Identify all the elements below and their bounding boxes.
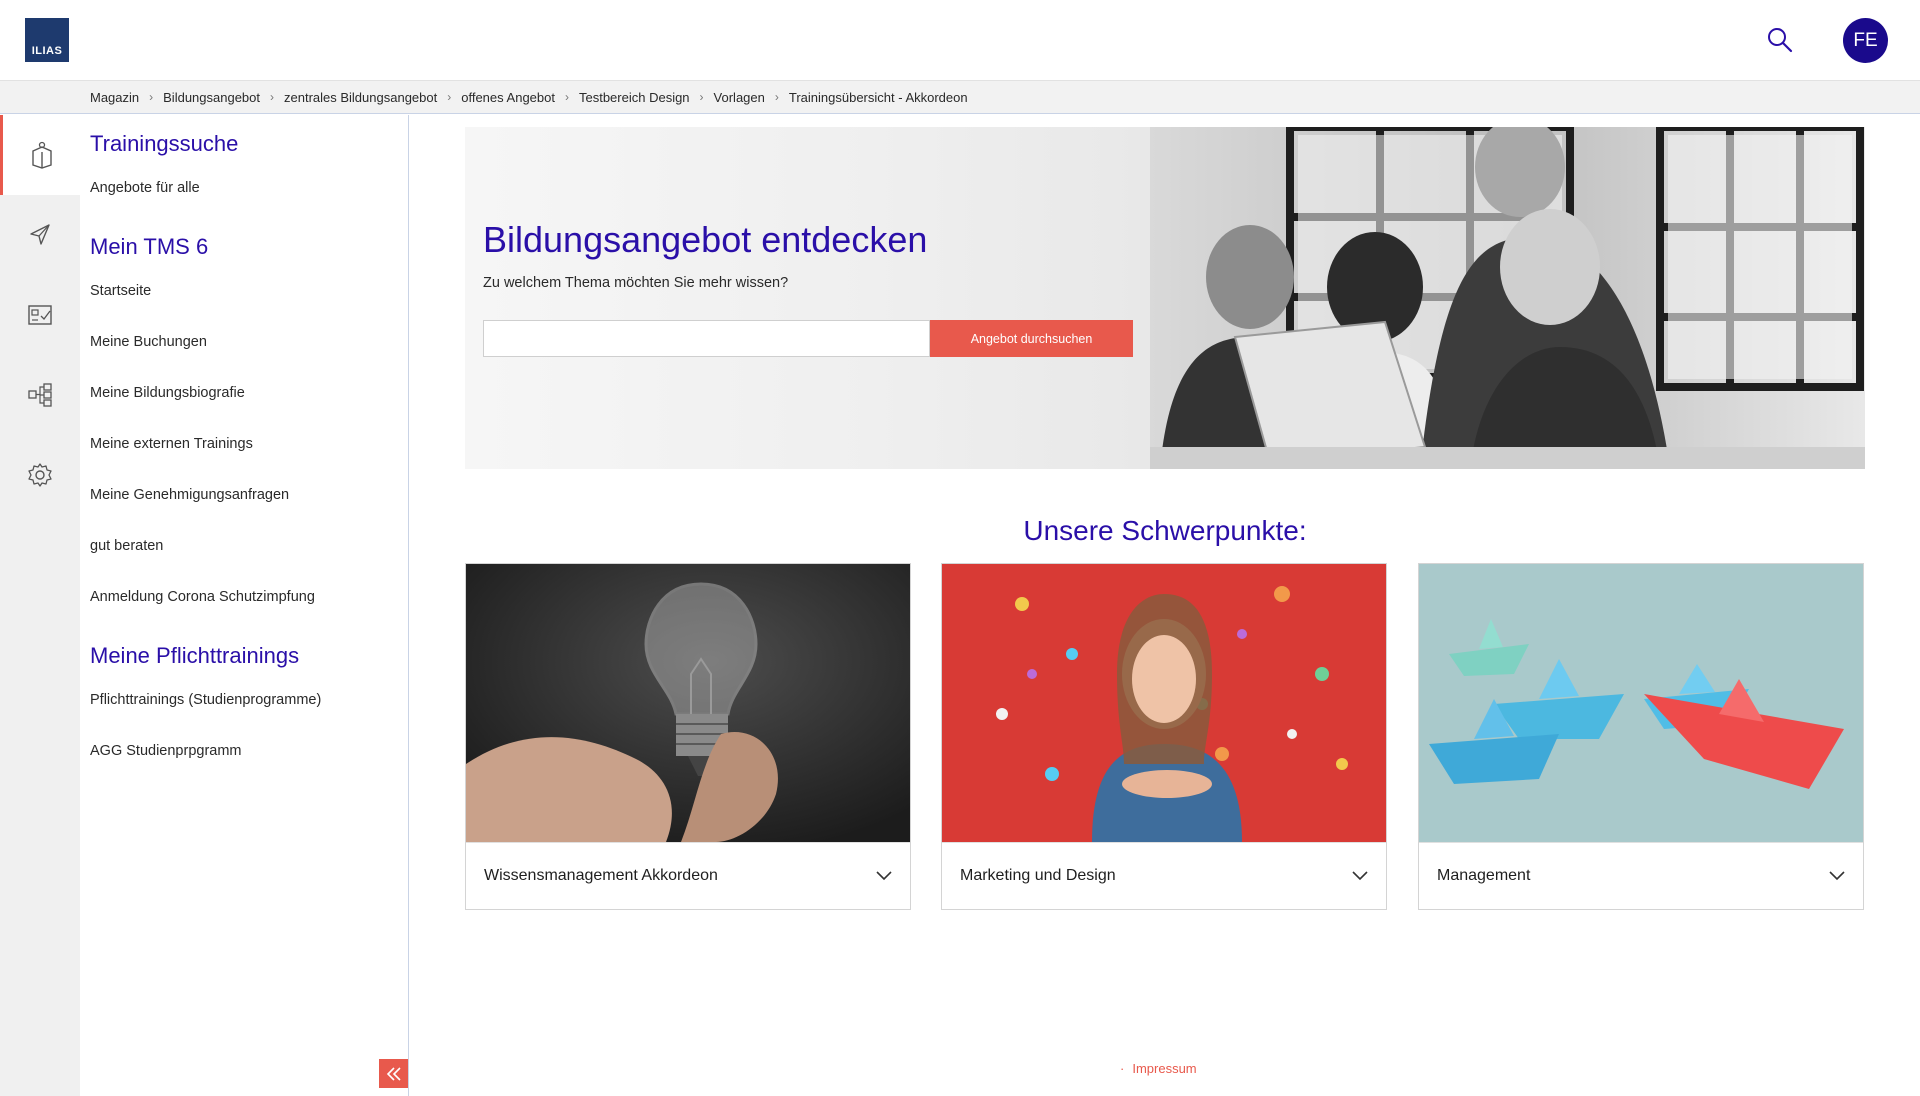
breadcrumb: Magazin › Bildungsangebot › zentrales Bi… xyxy=(0,81,1920,114)
breadcrumb-item-offenes-angebot[interactable]: offenes Angebot xyxy=(461,90,555,105)
breadcrumb-item-magazin[interactable]: Magazin xyxy=(90,90,139,105)
rail-item-organisation[interactable] xyxy=(0,355,80,435)
send-icon xyxy=(30,224,50,245)
slate-link-genehmigungsanfragen[interactable]: Meine Genehmigungsanfragen xyxy=(90,487,289,503)
hero-banner: Bildungsangebot entdecken Zu welchem The… xyxy=(465,127,1865,469)
slate-link-startseite[interactable]: Startseite xyxy=(90,283,151,299)
focus-card-marketing[interactable]: Marketing und Design xyxy=(941,563,1387,910)
breadcrumb-item-vorlagen[interactable]: Vorlagen xyxy=(714,90,765,105)
top-bar: ILIAS FE xyxy=(0,0,1920,81)
user-avatar[interactable]: FE xyxy=(1843,18,1888,63)
rail-item-communication[interactable] xyxy=(0,195,80,275)
main-bar xyxy=(0,115,80,1096)
card-footer: Marketing und Design xyxy=(942,842,1386,909)
breadcrumb-item-current[interactable]: Trainingsübersicht - Akkordeon xyxy=(789,90,968,105)
gear-icon xyxy=(28,463,52,487)
breadcrumb-item-testbereich[interactable]: Testbereich Design xyxy=(579,90,690,105)
hierarchy-icon xyxy=(28,383,52,407)
search-offers-button[interactable]: Angebot durchsuchen xyxy=(930,320,1133,357)
footer: · Impressum xyxy=(1120,1061,1197,1076)
chevron-right-icon: › xyxy=(270,90,274,104)
slate-heading-trainingssuche[interactable]: Trainingssuche xyxy=(90,131,238,157)
slate-link-agg[interactable]: AGG Studienprpgramm xyxy=(90,743,242,759)
checklist-icon xyxy=(28,305,52,325)
hero-subtitle: Zu welchem Thema möchten Sie mehr wissen… xyxy=(483,275,789,291)
hero-search-panel xyxy=(465,127,1150,469)
slate-link-studienprogramme[interactable]: Pflichttrainings (Studienprogramme) xyxy=(90,692,321,708)
collapse-slate-button[interactable] xyxy=(379,1059,408,1088)
slate-link-angebote[interactable]: Angebote für alle xyxy=(90,180,200,196)
card-footer: Management xyxy=(1419,842,1863,909)
slate-heading-pflichttrainings[interactable]: Meine Pflichttrainings xyxy=(90,643,299,669)
confetti-photo xyxy=(942,564,1386,842)
card-footer: Wissensmanagement Akkordeon xyxy=(466,842,910,909)
bullet-icon: · xyxy=(1120,1061,1125,1076)
chevron-down-icon xyxy=(1829,871,1845,881)
navigation-slate: Trainingssuche Angebote für alle Mein TM… xyxy=(80,115,409,1096)
chevron-down-icon xyxy=(876,871,892,881)
book-icon xyxy=(31,141,52,169)
double-chevron-left-icon xyxy=(386,1066,401,1081)
card-label: Management xyxy=(1437,867,1531,884)
slate-link-corona[interactable]: Anmeldung Corona Schutzimpfung xyxy=(90,589,315,605)
chevron-down-icon xyxy=(1352,871,1368,881)
slate-link-buchungen[interactable]: Meine Buchungen xyxy=(90,334,207,350)
hero-title: Bildungsangebot entdecken xyxy=(483,219,928,260)
card-label: Wissensmanagement Akkordeon xyxy=(484,867,718,884)
chevron-right-icon: › xyxy=(774,90,779,104)
ilias-logo[interactable]: ILIAS xyxy=(25,18,69,62)
search-icon[interactable] xyxy=(1766,26,1794,54)
chevron-right-icon: › xyxy=(564,90,569,104)
lightbulb-photo xyxy=(466,564,910,842)
slate-link-externe-trainings[interactable]: Meine externen Trainings xyxy=(90,436,253,452)
breadcrumb-item-bildungsangebot[interactable]: Bildungsangebot xyxy=(163,90,260,105)
focus-card-management[interactable]: Management xyxy=(1418,563,1864,910)
focus-card-wissensmanagement[interactable]: Wissensmanagement Akkordeon xyxy=(465,563,911,910)
rail-item-tasks[interactable] xyxy=(0,275,80,355)
focus-section-title: Unsere Schwerpunkte: xyxy=(1023,515,1307,546)
slate-heading-mein-tms[interactable]: Mein TMS 6 xyxy=(90,234,208,260)
chevron-right-icon: › xyxy=(447,90,452,104)
rail-item-repository[interactable] xyxy=(0,115,80,195)
chevron-right-icon: › xyxy=(149,90,154,104)
slate-link-gut-beraten[interactable]: gut beraten xyxy=(90,538,163,554)
breadcrumb-item-zentrales[interactable]: zentrales Bildungsangebot xyxy=(284,90,437,105)
paper-boats-photo xyxy=(1419,564,1863,842)
hero-team-photo xyxy=(1150,127,1865,469)
search-input[interactable] xyxy=(483,320,930,357)
rail-item-administration[interactable] xyxy=(0,435,80,515)
card-label: Marketing und Design xyxy=(960,867,1116,884)
impressum-link[interactable]: Impressum xyxy=(1132,1061,1196,1076)
chevron-right-icon: › xyxy=(699,90,704,104)
slate-link-bildungsbiografie[interactable]: Meine Bildungsbiografie xyxy=(90,385,245,401)
